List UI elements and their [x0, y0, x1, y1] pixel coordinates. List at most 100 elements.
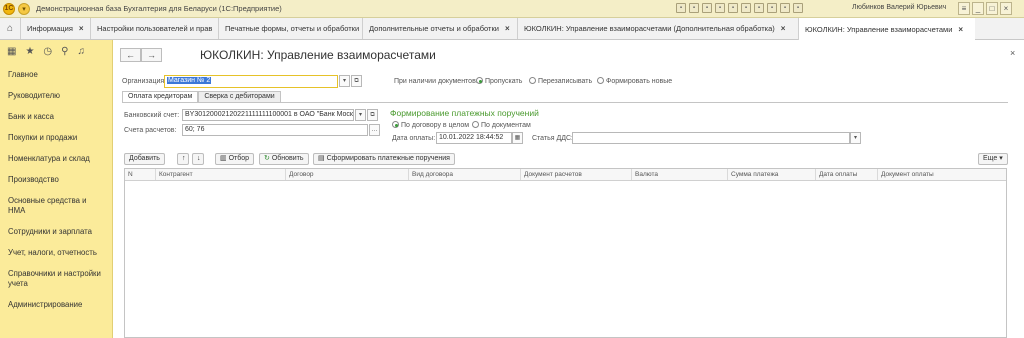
close-icon[interactable]: ×: [505, 24, 510, 33]
bell-icon[interactable]: ♫: [77, 46, 85, 57]
bank-account-field[interactable]: BY30120002120221111111100001 в ОАО "Банк…: [182, 109, 354, 121]
current-user[interactable]: Любинков Валерий Юрьевич: [852, 4, 946, 11]
more-button[interactable]: Еще ▾: [978, 153, 1008, 165]
maximize-icon[interactable]: □: [986, 2, 998, 15]
select-dots-icon[interactable]: …: [369, 124, 380, 136]
memory-plus-icon[interactable]: ▪: [767, 3, 777, 13]
radio-label: По договору в целом: [401, 122, 470, 129]
column-currency[interactable]: Валюта: [631, 169, 658, 180]
column-settlement-doc[interactable]: Документ расчетов: [520, 169, 582, 180]
org-label: Организация:: [122, 78, 167, 85]
tab-dataprocessor-yukolkin[interactable]: ЮКОЛКИН: Управление взаиморасчетами (Доп…: [517, 18, 798, 39]
sidebar-item-production[interactable]: Производство: [0, 175, 112, 185]
open-icon[interactable]: ⧉: [367, 109, 378, 121]
accounts-label: Счета расчетов:: [124, 127, 177, 134]
dds-field[interactable]: [572, 132, 850, 144]
sidebar-item-main[interactable]: Главное: [0, 70, 112, 80]
refresh-button[interactable]: ↻ Обновить: [259, 153, 309, 165]
sidebar-item-taxes[interactable]: Учет, налоги, отчетность: [0, 248, 112, 258]
chevron-down-icon[interactable]: ▾: [339, 75, 350, 87]
column-payment-doc[interactable]: Документ оплаты: [877, 169, 934, 180]
radio-overwrite[interactable]: Перезаписывать: [529, 77, 592, 85]
tab-print-forms[interactable]: Печатные формы, отчеты и обработки×: [218, 18, 362, 39]
favorites-star-icon[interactable]: ★: [25, 46, 34, 57]
all-functions-icon[interactable]: ▦: [7, 46, 16, 57]
column-payment-date[interactable]: Дата оплаты: [815, 169, 857, 180]
sidebar-item-bank[interactable]: Банк и касса: [0, 112, 112, 122]
tab-user-settings[interactable]: Настройки пользователей и прав×: [90, 18, 218, 39]
print-icon[interactable]: ▪: [689, 3, 699, 13]
calendar-icon[interactable]: ▪: [741, 3, 751, 13]
close-icon[interactable]: ×: [781, 24, 786, 33]
sections-panel: ▦ ★ ◷ ⚲ ♫ Главное Руководителю Банк и ка…: [0, 40, 113, 338]
column-contract[interactable]: Договор: [285, 169, 314, 180]
filter-button[interactable]: ▥ Отбор: [215, 153, 255, 165]
calculator-icon[interactable]: ▪: [754, 3, 764, 13]
window-title: Демонстрационная база Бухгалтерия для Бе…: [36, 4, 282, 13]
bank-label: Банковский счет:: [124, 112, 180, 119]
radio-label: Пропускать: [485, 78, 523, 85]
tab-additional-reports[interactable]: Дополнительные отчеты и обработки ×: [362, 18, 517, 39]
arrow-up-icon[interactable]: ↑: [177, 153, 189, 165]
chevron-down-icon[interactable]: ▾: [355, 109, 366, 121]
sidebar-item-catalogs[interactable]: Справочники и настройки учета: [0, 269, 112, 289]
date-field[interactable]: 10.01.2022 18:44:52: [436, 132, 512, 144]
radio-create-new[interactable]: Формировать новые: [597, 77, 672, 85]
generate-orders-button[interactable]: ▤ Сформировать платежные поручения: [313, 153, 455, 165]
close-form-icon[interactable]: ×: [1010, 48, 1015, 58]
preview-icon[interactable]: ▪: [702, 3, 712, 13]
column-counterparty[interactable]: Контрагент: [155, 169, 193, 180]
filter-icon: ▥: [220, 155, 229, 162]
close-icon[interactable]: ×: [79, 24, 84, 33]
column-payment-amount[interactable]: Сумма платежа: [727, 169, 778, 180]
minimize-icon[interactable]: _: [972, 2, 984, 15]
column-contract-type[interactable]: Вид договора: [408, 169, 453, 180]
sidebar-item-admin[interactable]: Администрирование: [0, 300, 112, 310]
accounts-field[interactable]: 60; 76: [182, 124, 368, 136]
link-icon[interactable]: ▪: [715, 3, 725, 13]
chevron-down-icon[interactable]: ▾: [850, 132, 861, 144]
add-button[interactable]: Добавить: [124, 153, 165, 165]
settings-icon[interactable]: ≡: [958, 2, 970, 15]
tab-yukolkin-active[interactable]: ЮКОЛКИН: Управление взаиморасчетами ×: [798, 18, 975, 40]
filter-label: Отбор: [228, 155, 250, 162]
history-icon[interactable]: ◷: [43, 46, 52, 57]
sidebar-item-fixed-assets[interactable]: Основные средства и НМА: [0, 196, 112, 216]
generate-label: Сформировать платежные поручения: [326, 155, 450, 162]
column-number[interactable]: N: [125, 169, 133, 180]
radio-skip[interactable]: Пропускать: [476, 77, 522, 85]
dds-label: Статья ДДС:: [532, 135, 573, 142]
tab-label: ЮКОЛКИН: Управление взаиморасчетами (Доп…: [524, 24, 775, 33]
search-icon[interactable]: ⚲: [61, 46, 68, 57]
favorites-icon[interactable]: ▪: [728, 3, 738, 13]
radio-on-icon: [476, 77, 483, 84]
calendar-picker-icon[interactable]: ▦: [512, 132, 523, 144]
sidebar-item-stock[interactable]: Номенклатура и склад: [0, 154, 112, 164]
window-title-bar: 1С ▾ Демонстрационная база Бухгалтерия д…: [0, 0, 1024, 18]
org-field[interactable]: Магазин № 2: [164, 75, 338, 88]
tab-label: Настройки пользователей и прав: [97, 24, 213, 33]
forward-arrow-icon[interactable]: →: [141, 48, 162, 62]
payments-table[interactable]: N Контрагент Договор Вид договора Докуме…: [124, 168, 1007, 338]
open-icon[interactable]: ⧉: [351, 75, 362, 87]
main-menu-icon[interactable]: ▾: [18, 2, 30, 15]
sidebar-item-salary[interactable]: Сотрудники и зарплата: [0, 227, 112, 237]
table-header: N Контрагент Договор Вид договора Докуме…: [125, 169, 1006, 181]
app-logo-icon: 1С: [3, 2, 15, 15]
radio-by-contract[interactable]: По договору в целом: [392, 121, 469, 129]
document-icon: ▤: [318, 155, 327, 162]
refresh-icon: ↻: [264, 155, 272, 162]
radio-by-documents[interactable]: По документам: [472, 121, 531, 129]
tab-info[interactable]: Информация ×: [20, 18, 90, 39]
sidebar-item-sales[interactable]: Покупки и продажи: [0, 133, 112, 143]
close-icon[interactable]: ×: [958, 25, 963, 34]
memory-minus-icon[interactable]: ▪: [780, 3, 790, 13]
notifications-icon[interactable]: ▪: [793, 3, 803, 13]
home-icon[interactable]: ⌂: [0, 18, 20, 39]
back-arrow-icon[interactable]: ←: [120, 48, 141, 62]
save-icon[interactable]: ▪: [676, 3, 686, 13]
sidebar-item-manager[interactable]: Руководителю: [0, 91, 112, 101]
close-window-icon[interactable]: ×: [1000, 2, 1012, 15]
tab-label: Информация: [27, 24, 73, 33]
arrow-down-icon[interactable]: ↓: [192, 153, 204, 165]
